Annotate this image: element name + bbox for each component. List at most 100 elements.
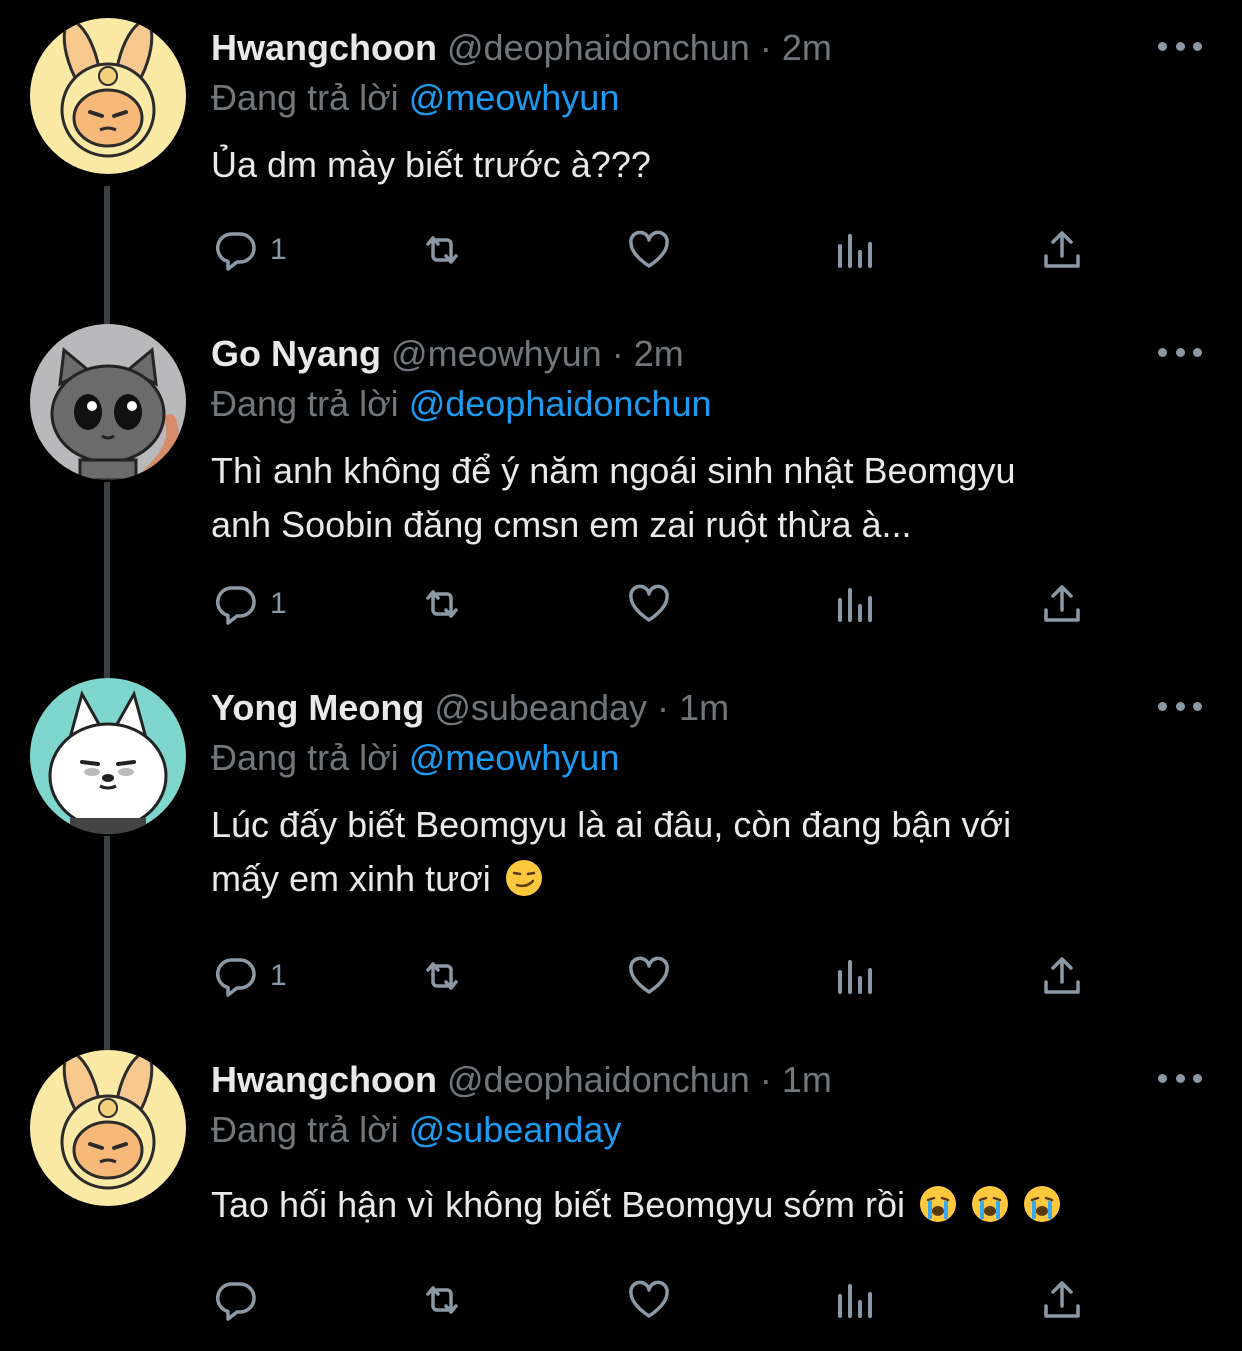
reply-icon <box>215 586 256 625</box>
tweet[interactable]: Hwangchoon @deophaidonchun · 2m Đang trả… <box>0 0 1242 300</box>
reply-button[interactable]: 1 <box>212 220 287 280</box>
handle[interactable]: @meowhyun <box>391 333 602 374</box>
replying-to: Đang trả lời @meowhyun <box>211 730 619 786</box>
retweet-icon <box>426 236 458 264</box>
reply-count: 1 <box>270 233 287 266</box>
display-name[interactable]: Hwangchoon <box>211 1059 437 1100</box>
share-button[interactable] <box>1038 1270 1086 1330</box>
share-button[interactable] <box>1038 574 1086 634</box>
action-bar <box>0 1270 1242 1330</box>
display-name[interactable]: Hwangchoon <box>211 27 437 68</box>
share-button[interactable] <box>1038 946 1086 1006</box>
reply-prefix: Đang trả lời <box>211 383 399 424</box>
avatar[interactable] <box>30 678 186 834</box>
avatar[interactable] <box>30 1050 186 1206</box>
bunny-avatar <box>30 1050 186 1206</box>
like-button[interactable] <box>625 1270 673 1330</box>
retweet-button[interactable] <box>418 574 466 634</box>
tweet[interactable]: Hwangchoon @deophaidonchun · 1m Đang trả… <box>0 1032 1242 1351</box>
retweet-icon <box>426 962 458 990</box>
share-icon <box>1044 1281 1080 1318</box>
tweet[interactable]: Yong Meong @subeanday · 1m Đang trả lời … <box>0 660 1242 1030</box>
cat-avatar <box>30 324 186 480</box>
reply-count: 1 <box>270 959 287 992</box>
analytics-button[interactable] <box>832 946 880 1006</box>
avatar[interactable] <box>30 18 186 174</box>
smirk-emoji <box>505 860 542 896</box>
mention-link[interactable]: @deophaidonchun <box>409 383 712 424</box>
like-icon <box>629 230 669 268</box>
retweet-button[interactable] <box>418 220 466 280</box>
analytics-button[interactable] <box>832 1270 880 1330</box>
tweet[interactable]: Go Nyang @meowhyun · 2m Đang trả lời @de… <box>0 306 1242 656</box>
like-button[interactable] <box>625 946 673 1006</box>
tweet-text-line: Thì anh không để ý năm ngoái sinh nhật B… <box>211 450 1016 491</box>
retweet-button[interactable] <box>418 946 466 1006</box>
analytics-button[interactable] <box>832 574 880 634</box>
handle[interactable]: @subeanday <box>434 687 647 728</box>
separator-dot: · <box>759 1059 772 1100</box>
reply-prefix: Đang trả lời <box>211 1109 399 1150</box>
replying-to: Đang trả lời @deophaidonchun <box>211 376 712 432</box>
more-icon[interactable] <box>1158 342 1202 362</box>
action-bar: 1 <box>0 220 1242 280</box>
share-icon <box>1044 585 1080 622</box>
analytics-icon <box>838 234 872 268</box>
analytics-icon <box>838 588 872 622</box>
crying-emoji <box>972 1186 1009 1222</box>
reply-icon <box>215 1282 256 1321</box>
bunny-avatar <box>30 18 186 174</box>
share-button[interactable] <box>1038 220 1086 280</box>
separator-dot: · <box>657 687 670 728</box>
mention-link[interactable]: @meowhyun <box>409 77 620 118</box>
reply-icon <box>215 958 256 997</box>
action-bar: 1 <box>0 574 1242 634</box>
reply-count: 1 <box>270 587 287 620</box>
action-bar: 1 <box>0 946 1242 1006</box>
display-name[interactable]: Go Nyang <box>211 333 381 374</box>
timestamp[interactable]: 1m <box>782 1059 832 1100</box>
timestamp[interactable]: 2m <box>782 27 832 68</box>
handle[interactable]: @deophaidonchun <box>447 27 750 68</box>
reply-button[interactable]: 1 <box>212 946 287 1006</box>
like-icon <box>629 584 669 622</box>
timestamp[interactable]: 2m <box>634 333 684 374</box>
tweet-text-line: anh Soobin đăng cmsn em zai ruột thừa à.… <box>211 504 912 545</box>
timestamp[interactable]: 1m <box>679 687 729 728</box>
like-icon <box>629 956 669 994</box>
tweet-text: Thì anh không để ý năm ngoái sinh nhật B… <box>211 444 1191 552</box>
mention-link[interactable]: @subeanday <box>409 1109 622 1150</box>
crying-emoji <box>1024 1186 1061 1222</box>
tweet-text: Lúc đấy biết Beomgyu là ai đâu, còn đang… <box>211 798 1191 906</box>
crying-emoji <box>920 1186 956 1222</box>
reply-button[interactable] <box>212 1270 270 1330</box>
tweet-header: Yong Meong @subeanday · 1m <box>211 680 729 736</box>
replying-to: Đang trả lời @meowhyun <box>211 70 619 126</box>
analytics-icon <box>838 960 872 994</box>
tweet-text: Tao hối hận vì không biết Beomgyu sớm rồ… <box>211 1184 905 1225</box>
more-icon[interactable] <box>1158 36 1202 56</box>
handle[interactable]: @deophaidonchun <box>447 1059 750 1100</box>
display-name[interactable]: Yong Meong <box>211 687 424 728</box>
like-icon <box>629 1280 669 1318</box>
tweet-text-line: mấy em xinh tươi <box>211 858 491 899</box>
tweet-text-line: Lúc đấy biết Beomgyu là ai đâu, còn đang… <box>211 804 1012 845</box>
share-icon <box>1044 957 1080 994</box>
share-icon <box>1044 231 1080 268</box>
retweet-button[interactable] <box>418 1270 466 1330</box>
tweet-header: Hwangchoon @deophaidonchun · 1m <box>211 1052 832 1108</box>
retweet-icon <box>426 1286 458 1314</box>
separator-dot: · <box>611 333 624 374</box>
mention-link[interactable]: @meowhyun <box>409 737 620 778</box>
avatar[interactable] <box>30 324 186 480</box>
like-button[interactable] <box>625 220 673 280</box>
like-button[interactable] <box>625 574 673 634</box>
tweet-text-with-emoji: Tao hối hận vì không biết Beomgyu sớm rồ… <box>211 1178 1191 1232</box>
more-icon[interactable] <box>1158 1068 1202 1088</box>
tweet-text: Ủa dm mày biết trước à??? <box>211 144 651 185</box>
reply-prefix: Đang trả lời <box>211 77 399 118</box>
reply-prefix: Đang trả lời <box>211 737 399 778</box>
analytics-button[interactable] <box>832 220 880 280</box>
reply-button[interactable]: 1 <box>212 574 287 634</box>
more-icon[interactable] <box>1158 696 1202 716</box>
